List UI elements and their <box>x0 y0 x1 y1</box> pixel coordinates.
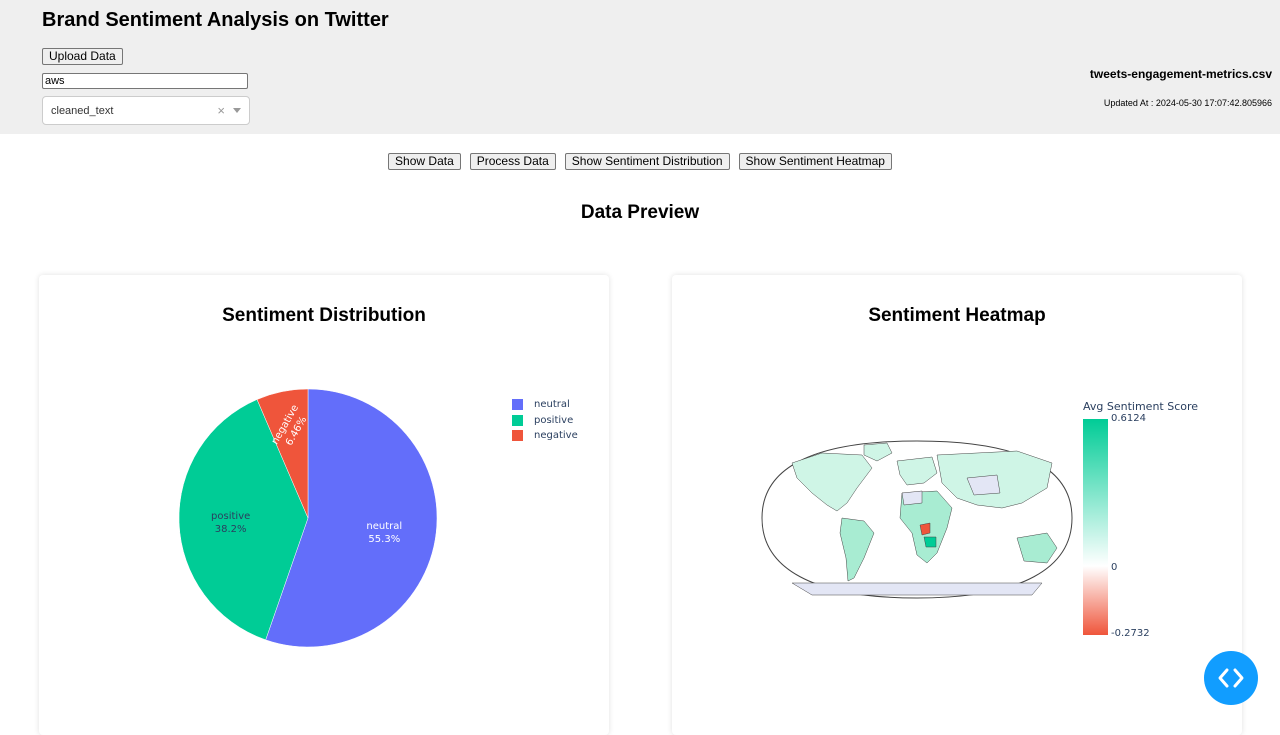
legend-label-neutral: neutral <box>534 399 570 411</box>
colorbar-max: 0.6124 <box>1111 413 1146 424</box>
app-header: Brand Sentiment Analysis on Twitter Uplo… <box>0 0 1280 134</box>
show-data-button[interactable]: Show Data <box>388 153 461 170</box>
column-select-value: cleaned_text <box>51 105 114 117</box>
africa-negative-region <box>919 522 931 536</box>
colorbar-min: -0.2732 <box>1111 628 1150 639</box>
antarctica-shape <box>791 582 1043 596</box>
pie-label-value: 38.2% <box>215 524 247 535</box>
page-title: Brand Sentiment Analysis on Twitter <box>42 9 389 31</box>
pie-label-value: 55.3% <box>368 534 400 545</box>
pie-legend[interactable]: neutral positive negative <box>512 397 578 444</box>
chevron-down-icon[interactable] <box>233 108 241 113</box>
north-africa-neutral-region <box>901 490 923 506</box>
show-distribution-button[interactable]: Show Sentiment Distribution <box>564 153 730 170</box>
distribution-card: Sentiment Distribution neutral 55.3% posit… <box>39 275 609 735</box>
legend-swatch-negative <box>512 430 523 442</box>
column-select[interactable]: cleaned_text × <box>42 96 250 125</box>
clear-icon[interactable]: × <box>217 103 225 118</box>
colorbar-mid: 0 <box>1111 562 1118 573</box>
file-name: tweets-engagement-metrics.csv <box>1089 67 1272 81</box>
legend-item-neutral[interactable]: neutral <box>512 397 578 413</box>
action-bar: Show Data Process Data Show Sentiment Di… <box>0 153 1280 170</box>
process-data-button[interactable]: Process Data <box>469 153 556 170</box>
code-icon <box>1218 668 1244 688</box>
pie-chart[interactable]: neutral55.3%positive38.2%negative6.46% <box>39 275 609 735</box>
upload-data-button[interactable]: Upload Data <box>42 48 123 65</box>
show-heatmap-button[interactable]: Show Sentiment Heatmap <box>738 153 892 170</box>
pie-label-name: neutral <box>366 521 402 532</box>
filter-input[interactable] <box>42 73 248 89</box>
updated-at: Updated At : 2024-05-30 17:07:42.805966 <box>1103 98 1272 108</box>
pie-label-name: positive <box>211 511 250 522</box>
heatmap-title: Sentiment Heatmap <box>868 305 1046 326</box>
colorbar <box>1083 419 1108 635</box>
legend-swatch-neutral <box>512 399 523 411</box>
colorbar-title: Avg Sentiment Score <box>1083 400 1199 413</box>
legend-item-negative[interactable]: negative <box>512 428 578 444</box>
world-map[interactable] <box>752 433 1082 613</box>
heatmap-card: Sentiment Heatmap Avg Sentiment Score 0.… <box>672 275 1242 735</box>
legend-label-negative: negative <box>534 430 578 442</box>
section-title: Data Preview <box>580 202 700 223</box>
code-toggle-button[interactable] <box>1204 651 1258 705</box>
legend-item-positive[interactable]: positive <box>512 413 578 429</box>
legend-swatch-positive <box>512 414 523 426</box>
legend-label-positive: positive <box>534 414 574 426</box>
africa-positive-region <box>923 536 937 548</box>
